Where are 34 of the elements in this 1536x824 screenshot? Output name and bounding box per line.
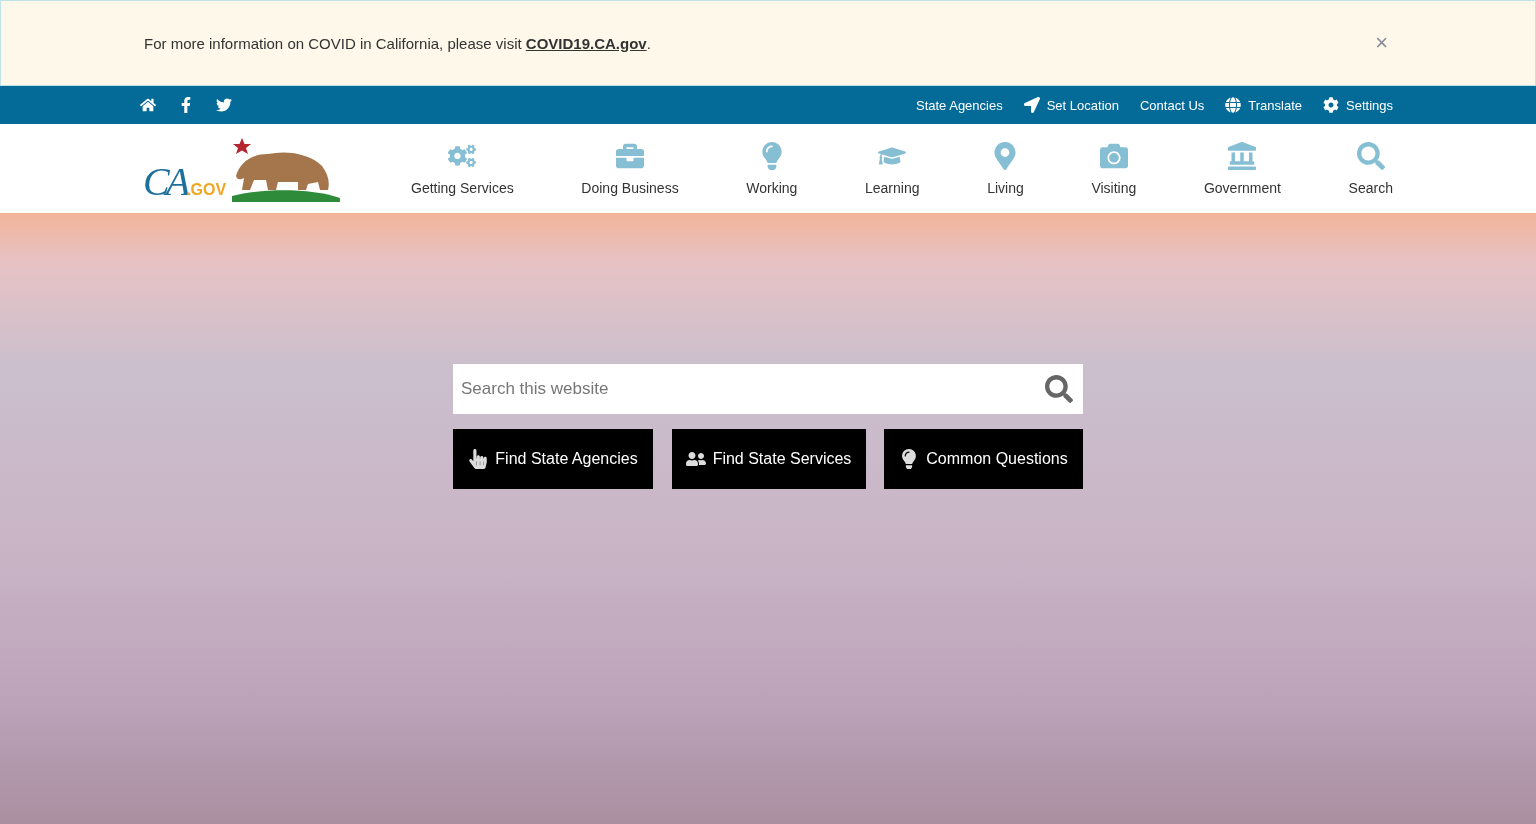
utility-link[interactable]: Contact Us xyxy=(1140,97,1205,113)
alert-message: For more information on COVID in California, please visit COVID19.CA.gov. xyxy=(144,34,651,52)
home-icon xyxy=(140,97,156,113)
utility-link[interactable]: Set Location xyxy=(1023,97,1119,113)
search-button[interactable] xyxy=(1045,375,1073,403)
nav-item[interactable]: Learning xyxy=(865,141,920,196)
hero-button[interactable]: Common Questions xyxy=(884,429,1083,489)
globe-icon xyxy=(1225,97,1242,113)
utility-link[interactable]: Settings xyxy=(1323,97,1393,113)
hero-button[interactable]: Find State Services xyxy=(671,429,866,489)
utility-link[interactable]: Translate xyxy=(1225,97,1302,113)
nav-item[interactable]: Visiting xyxy=(1091,141,1137,196)
settings-icon xyxy=(1323,97,1339,113)
covid-link[interactable]: COVID19.CA.gov xyxy=(525,34,647,52)
nav-item[interactable]: Search xyxy=(1348,141,1393,196)
nav-item[interactable]: Getting Services xyxy=(411,141,514,196)
search-field[interactable]: Search this website xyxy=(453,364,1083,414)
hero-button[interactable]: Find State Agencies xyxy=(453,429,653,489)
pointer-hand-icon xyxy=(468,449,489,469)
people-icon xyxy=(685,449,706,469)
camera-icon xyxy=(1099,141,1128,170)
building-icon xyxy=(1228,141,1257,170)
nav-item[interactable]: Living xyxy=(987,141,1024,196)
logo-text: CA xyxy=(143,161,187,202)
search-icon xyxy=(1356,141,1385,170)
nav-item[interactable]: Working xyxy=(746,141,798,196)
nav-item[interactable]: Government xyxy=(1203,141,1281,196)
location-icon xyxy=(1023,97,1040,113)
nav-item[interactable]: Doing Business xyxy=(581,141,679,196)
logo-suffix: .GOV xyxy=(186,180,227,199)
search-icon xyxy=(1045,375,1073,403)
briefcase-icon xyxy=(616,141,644,170)
utility-link[interactable]: State Agencies xyxy=(915,97,1003,113)
twitter-icon xyxy=(216,97,232,113)
